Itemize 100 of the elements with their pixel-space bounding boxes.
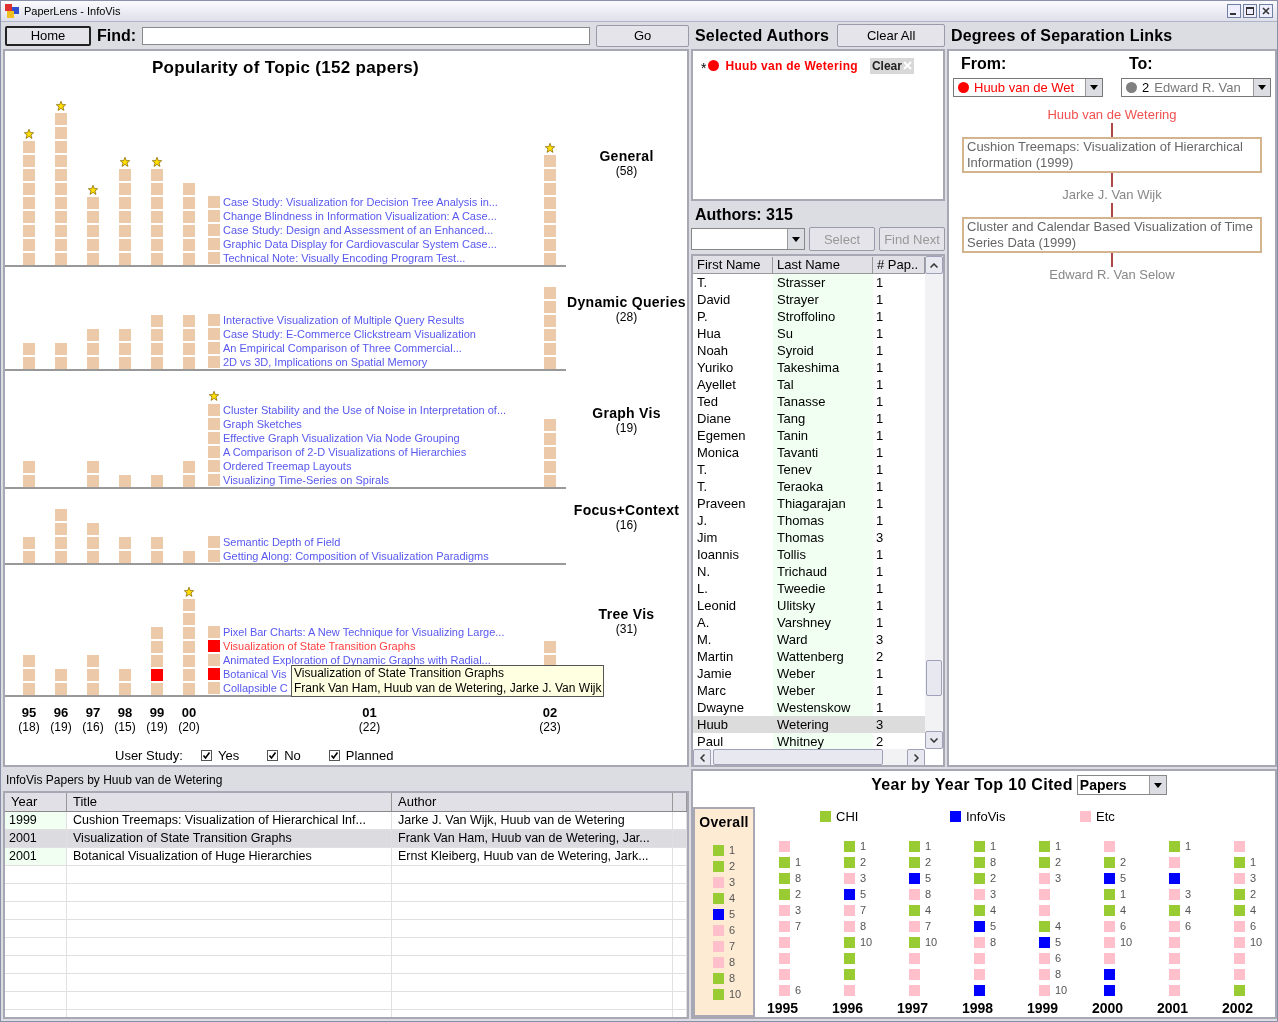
- rank-number: 10: [925, 936, 938, 948]
- author-row[interactable]: Huub Wetering 3: [693, 716, 925, 733]
- paper-title-link[interactable]: A Comparison of 2-D Visualizations of Hierarchies: [223, 445, 467, 459]
- find-field[interactable]: [142, 26, 591, 45]
- paper-title-link[interactable]: Interactive Visualization of Multiple Query Results: [223, 313, 465, 327]
- paper-title-link[interactable]: Effective Graph Visualization Via Node Grouping: [223, 431, 460, 445]
- checkbox[interactable]: [328, 750, 340, 761]
- author-row[interactable]: J. Thomas 1: [693, 512, 925, 529]
- author-row[interactable]: Diane Tang 1: [693, 410, 925, 427]
- scroll-left-button[interactable]: [693, 749, 711, 765]
- venue-square[interactable]: [1104, 984, 1115, 996]
- paper-title-link[interactable]: Pixel Bar Charts: A New Technique for Visualizing Large...: [223, 625, 505, 639]
- column-header[interactable]: Year: [5, 793, 67, 811]
- close-icon[interactable]: [1259, 4, 1273, 18]
- paper-title-link[interactable]: Botanical Vis: [223, 667, 287, 681]
- author-row[interactable]: Jamie Weber 1: [693, 665, 925, 682]
- author-node[interactable]: Huub van de Wetering: [1047, 107, 1177, 123]
- paper-title-link[interactable]: 2D vs 3D, Implications on Spatial Memory: [223, 355, 428, 369]
- horizontal-scrollbar[interactable]: [693, 749, 925, 765]
- column-header[interactable]: Title: [67, 793, 392, 811]
- paper-title-link[interactable]: Getting Along: Composition of Visualization Paradigms: [223, 549, 489, 563]
- column-header[interactable]: Last Name: [773, 256, 873, 273]
- author-node[interactable]: Jarke J. Van Wijk: [1062, 187, 1162, 203]
- paper-title-link[interactable]: Collapsible C: [223, 681, 288, 695]
- author-row[interactable]: Jim Thomas 3: [693, 529, 925, 546]
- scroll-thumb[interactable]: [713, 749, 883, 765]
- paper-title-link[interactable]: Animated Exploration of Dynamic Graphs with Radial...: [223, 653, 491, 667]
- paper-title-link[interactable]: Visualizing Time-Series on Spirals: [223, 473, 390, 487]
- go-button[interactable]: Go: [596, 24, 689, 47]
- paper-title-link[interactable]: Semantic Depth of Field: [223, 535, 341, 549]
- venue-square[interactable]: [909, 872, 920, 884]
- paper-title-link[interactable]: Case Study: Visualization for Decision Tree Analysis in...: [223, 195, 498, 209]
- paper-title-link[interactable]: Ordered Treemap Layouts: [223, 459, 352, 473]
- venue-square[interactable]: [1104, 968, 1115, 980]
- to-combo[interactable]: 2 Edward R. Van: [1121, 78, 1271, 97]
- venue-square[interactable]: [1104, 872, 1115, 884]
- last-name-cell: Takeshima: [773, 359, 873, 376]
- paper-title-link[interactable]: Case Study: E-Commerce Clickstream Visualization: [223, 327, 476, 341]
- author-row[interactable]: Ioannis Tollis 1: [693, 546, 925, 563]
- paper-title-link[interactable]: Visualization of State Transition Graphs: [223, 639, 416, 653]
- author-name[interactable]: Huub van de Wetering: [725, 58, 858, 73]
- author-row[interactable]: T. Tenev 1: [693, 461, 925, 478]
- paper-node[interactable]: Cushion Treemaps: Visualization of Hierarchical Information (1999): [962, 137, 1262, 173]
- author-row[interactable]: Dwayne Westenskow 1: [693, 699, 925, 716]
- venue-square[interactable]: [844, 888, 855, 900]
- author-row[interactable]: Paul Whitney 2: [693, 733, 925, 749]
- author-row[interactable]: Noah Syroid 1: [693, 342, 925, 359]
- venue-square[interactable]: [974, 920, 985, 932]
- author-row[interactable]: Leonid Ulitsky 1: [693, 597, 925, 614]
- scroll-right-button[interactable]: [907, 749, 925, 765]
- author-row[interactable]: L. Tweedie 1: [693, 580, 925, 597]
- table-row[interactable]: 2001 Visualization of State Transition Graphs Frank Van Ham, Huub van de Wetering, Jar...: [5, 830, 687, 848]
- author-row[interactable]: A. Varshney 1: [693, 614, 925, 631]
- venue-square[interactable]: [1169, 872, 1180, 884]
- author-node[interactable]: Edward R. Van Selow: [1049, 267, 1175, 283]
- paper-title-link[interactable]: Graph Sketches: [223, 417, 302, 431]
- maximize-icon[interactable]: [1243, 4, 1257, 18]
- author-combo[interactable]: [691, 228, 805, 250]
- author-row[interactable]: M. Ward 3: [693, 631, 925, 648]
- author-row[interactable]: Praveen Thiagarajan 1: [693, 495, 925, 512]
- venue-square[interactable]: [1039, 936, 1050, 948]
- author-row[interactable]: Egemen Tanin 1: [693, 427, 925, 444]
- first-name-cell-text: L.: [696, 580, 709, 597]
- author-row[interactable]: Marc Weber 1: [693, 682, 925, 699]
- scroll-thumb[interactable]: [926, 660, 942, 696]
- paper-node[interactable]: Cluster and Calendar Based Visualization of Time Series Data (1999): [962, 217, 1262, 253]
- clear-all-button[interactable]: Clear All: [837, 24, 945, 47]
- paper-title-link[interactable]: An Empirical Comparison of Three Commercial...: [223, 341, 462, 355]
- author-row[interactable]: Ayellet Tal 1: [693, 376, 925, 393]
- paper-title-link[interactable]: Cluster Stability and the Use of Noise in Interpretation of...: [223, 403, 507, 417]
- column-header[interactable]: First Name: [693, 256, 773, 273]
- author-row[interactable]: David Strayer 1: [693, 291, 925, 308]
- paper-title-link[interactable]: Graphic Data Display for Cardiovascular System Case...: [223, 237, 497, 251]
- scroll-up-button[interactable]: [925, 256, 943, 274]
- scroll-down-button[interactable]: [925, 731, 943, 749]
- checkbox[interactable]: [267, 750, 279, 761]
- checkbox[interactable]: [200, 750, 212, 761]
- author-row[interactable]: T. Strasser 1: [693, 274, 925, 291]
- author-row[interactable]: Hua Su 1: [693, 325, 925, 342]
- paper-title-link[interactable]: Case Study: Design and Assessment of an Enhanced...: [223, 223, 494, 237]
- author-row[interactable]: Monica Tavanti 1: [693, 444, 925, 461]
- from-combo[interactable]: Huub van de Wet: [953, 78, 1103, 97]
- author-row[interactable]: Yuriko Takeshima 1: [693, 359, 925, 376]
- author-row[interactable]: P. Stroffolino 1: [693, 308, 925, 325]
- minimize-icon[interactable]: [1227, 4, 1241, 18]
- venue-square[interactable]: [713, 908, 724, 920]
- paper-title-link[interactable]: Change Blindness in Information Visualization: A Case...: [223, 209, 497, 223]
- author-row[interactable]: T. Teraoka 1: [693, 478, 925, 495]
- mode-combo[interactable]: Papers: [1076, 775, 1167, 795]
- author-row[interactable]: N. Trichaud 1: [693, 563, 925, 580]
- author-row[interactable]: Ted Tanasse 1: [693, 393, 925, 410]
- table-row[interactable]: 2001 Botanical Visualization of Huge Hierarchies Ernst Kleiberg, Huub van de Wetering, Jark...: [5, 848, 687, 866]
- column-header[interactable]: Author: [392, 793, 673, 811]
- paper-count-cell-text: 1: [875, 580, 885, 597]
- home-button[interactable]: Home: [5, 25, 91, 46]
- paper-title-link[interactable]: Technical Note: Visually Encoding Program Test...: [223, 251, 466, 265]
- clear-button[interactable]: Clear: [869, 57, 914, 74]
- venue-square[interactable]: [974, 984, 985, 996]
- author-row[interactable]: Martin Wattenberg 2: [693, 648, 925, 665]
- vertical-scrollbar[interactable]: [925, 256, 943, 749]
